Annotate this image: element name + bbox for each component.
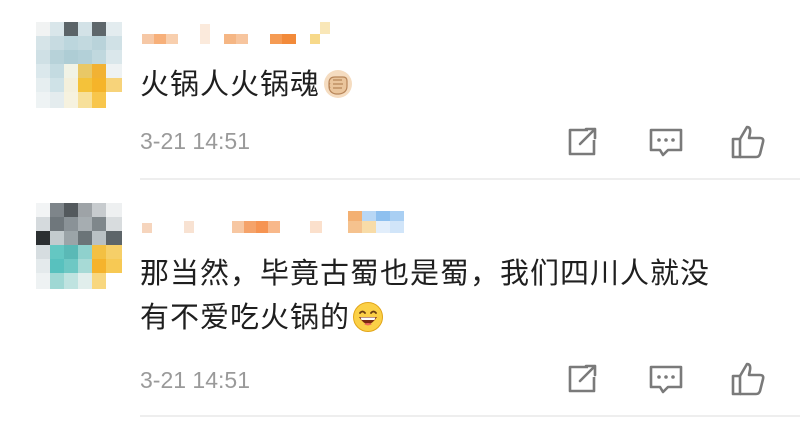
avatar[interactable] [36, 22, 122, 108]
comment-item: 那当然，毕竟古蜀也是蜀，我们四川人就没 有不爱吃火锅的 3-21 14:51 [0, 181, 800, 417]
comment-button[interactable] [646, 122, 686, 162]
like-button[interactable] [728, 359, 768, 399]
comment-icon [649, 365, 683, 394]
comment-icon [649, 128, 683, 157]
username-blurred[interactable] [140, 211, 420, 235]
username-blurred[interactable] [140, 22, 340, 46]
repost-icon [568, 127, 597, 156]
like-button[interactable] [728, 122, 768, 162]
repost-button[interactable] [562, 122, 602, 162]
comment-time: 3-21 14:51 [140, 128, 250, 154]
comment-text: 火锅人火锅魂 [140, 62, 780, 106]
repost-button[interactable] [562, 359, 602, 399]
divider [140, 178, 800, 180]
laughing-emoji-icon [353, 302, 384, 332]
comment-text-line1: 那当然，毕竟古蜀也是蜀，我们四川人就没 [140, 256, 711, 290]
repost-icon [568, 364, 597, 393]
divider [140, 415, 800, 417]
thumbs-up-icon [731, 362, 765, 396]
comment-text-content: 火锅人火锅魂 [140, 67, 321, 101]
thumbs-up-icon [731, 125, 765, 159]
comment-text: 那当然，毕竟古蜀也是蜀，我们四川人就没 有不爱吃火锅的 [140, 251, 780, 339]
comment-item: 火锅人火锅魂 3-21 14:51 [0, 0, 800, 180]
comment-text-line2: 有不爱吃火锅的 [140, 300, 351, 334]
avatar[interactable] [36, 203, 122, 289]
comment-button[interactable] [646, 359, 686, 399]
fist-emoji-icon [324, 70, 353, 98]
comment-time: 3-21 14:51 [140, 367, 250, 393]
comment-list: 火锅人火锅魂 3-21 14:51 那当然，毕竟古蜀也是蜀，我们四川人就没 有不… [0, 0, 800, 437]
